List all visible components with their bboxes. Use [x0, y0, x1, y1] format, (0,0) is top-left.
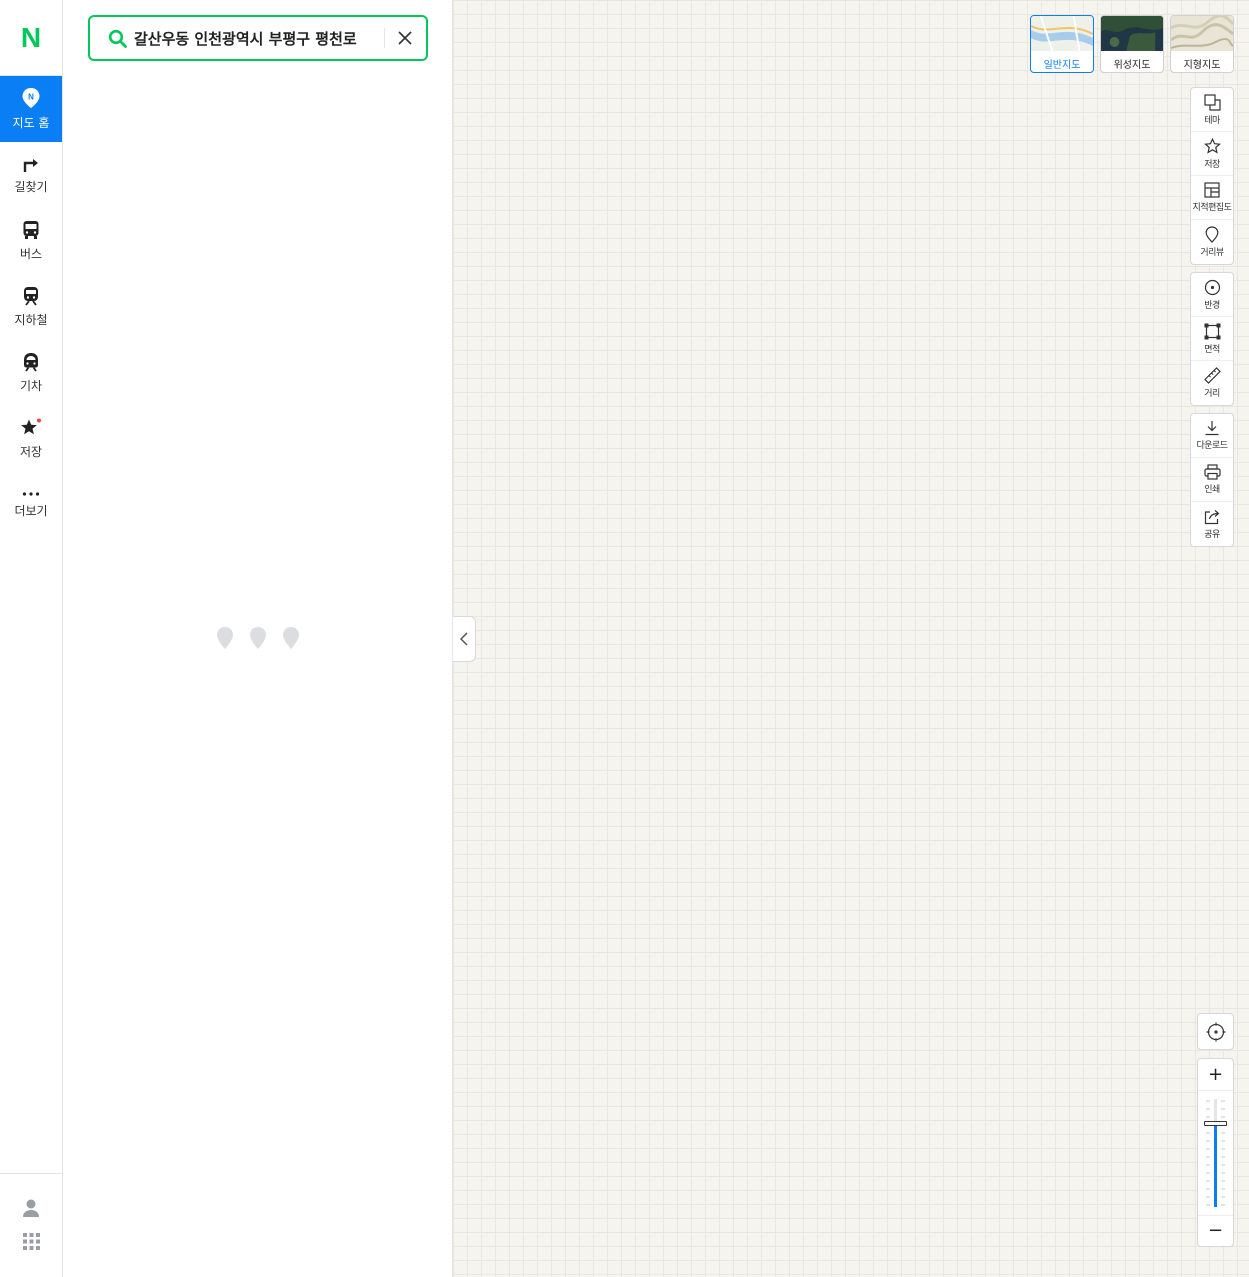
maptype-satellite[interactable]: 위성지도 — [1100, 15, 1164, 73]
nav-item-subway[interactable]: 지하철 — [0, 274, 62, 340]
tool-theme[interactable]: 테마 — [1191, 88, 1233, 132]
left-nav: N N 지도 홈 길찾기 버스 지하철 기차 저장 더보기 — [0, 0, 63, 1277]
user-button[interactable] — [21, 1198, 41, 1222]
radius-circle-icon — [1204, 279, 1220, 295]
nav-item-label: 저장 — [19, 445, 43, 459]
maptype-label: 위성지도 — [1113, 60, 1151, 71]
tool-share[interactable]: 공유 — [1191, 502, 1233, 546]
satellite-map-thumbnail — [1101, 16, 1163, 51]
clear-search-icon[interactable] — [397, 30, 413, 46]
nav-item-label: 지하철 — [14, 313, 48, 327]
naver-logo[interactable]: N — [0, 0, 62, 76]
maptype-label: 지형지도 — [1183, 60, 1221, 71]
terrain-map-thumbnail — [1171, 16, 1233, 51]
tool-label: 거리뷰 — [1200, 248, 1224, 258]
nav-item-saved[interactable]: 저장 — [0, 406, 62, 472]
tool-save[interactable]: 저장 — [1191, 132, 1233, 176]
loading-indicator — [215, 625, 305, 653]
zoom-slider[interactable] — [1198, 1091, 1233, 1215]
tool-street-view[interactable]: 거리뷰 — [1191, 220, 1233, 264]
nav-item-label: 버스 — [19, 247, 43, 261]
collapse-panel-button[interactable] — [453, 616, 476, 662]
tool-label: 지적편집도 — [1192, 203, 1232, 213]
nav-item-label: 기차 — [19, 379, 43, 393]
street-view-pin-icon — [1205, 226, 1219, 243]
zoom-out-label: − — [1207, 1220, 1224, 1241]
current-location-button[interactable] — [1197, 1013, 1234, 1050]
ruler-icon — [1203, 367, 1221, 384]
search-box[interactable]: 갈산우동 인천광역시 부평구 평천로 — [88, 15, 428, 61]
tool-label: 다운로드 — [1196, 441, 1228, 451]
tool-cadastral[interactable]: 지적편집도 — [1191, 176, 1233, 220]
maptype-label: 일반지도 — [1043, 60, 1081, 71]
nav-item-more[interactable]: 더보기 — [0, 472, 62, 538]
area-square-icon — [1204, 323, 1220, 339]
loading-pin-icon — [250, 627, 266, 649]
search-input[interactable]: 갈산우동 인천광역시 부평구 평천로 — [134, 28, 374, 49]
tool-download[interactable]: 다운로드 — [1191, 414, 1233, 458]
apps-button[interactable] — [23, 1233, 40, 1254]
zoom-out-button[interactable]: − — [1198, 1215, 1233, 1246]
chevron-left-icon — [460, 632, 468, 646]
download-icon — [1205, 421, 1219, 436]
map-tools-group-2: 반경 면적 거리 — [1190, 272, 1234, 406]
cadastral-map-icon — [1204, 182, 1220, 198]
nav-item-map-home[interactable]: N 지도 홈 — [0, 76, 62, 142]
zoom-in-label: + — [1207, 1063, 1224, 1085]
nav-item-label: 지도 홈 — [12, 116, 50, 130]
map-canvas[interactable] — [453, 0, 1249, 1277]
user-icon — [23, 1199, 39, 1217]
tool-area[interactable]: 면적 — [1191, 317, 1233, 361]
loading-pin-icon — [283, 627, 299, 649]
star-outline-icon — [1203, 137, 1221, 154]
apps-grid-icon — [23, 1233, 40, 1250]
maptype-terrain[interactable]: 지형지도 — [1170, 15, 1234, 73]
search-icon — [108, 29, 127, 48]
nav-bottom — [0, 1173, 62, 1277]
bus-icon — [23, 221, 39, 239]
tool-radius[interactable]: 반경 — [1191, 273, 1233, 317]
tool-label: 저장 — [1204, 159, 1220, 170]
svg-text:N: N — [28, 93, 34, 102]
crosshair-icon — [1206, 1022, 1225, 1041]
tool-label: 반경 — [1204, 300, 1220, 311]
zoom-control: + − — [1197, 1058, 1234, 1247]
zoom-in-button[interactable]: + — [1198, 1059, 1233, 1091]
print-icon — [1203, 464, 1221, 480]
naver-logo-text: N — [20, 21, 42, 53]
tool-label: 거리 — [1204, 389, 1220, 399]
zoom-handle[interactable] — [1204, 1121, 1227, 1126]
nav-item-bus[interactable]: 버스 — [0, 208, 62, 274]
tool-label: 공유 — [1204, 529, 1220, 540]
subway-icon — [24, 287, 38, 306]
tool-distance[interactable]: 거리 — [1191, 361, 1233, 405]
search-panel: 갈산우동 인천광역시 부평구 평천로 — [63, 0, 453, 1277]
maptype-normal[interactable]: 일반지도 — [1030, 15, 1094, 73]
map-tools-group-1: 테마 저장 지적편집도 거리뷰 — [1190, 87, 1234, 265]
nav-item-directions[interactable]: 길찾기 — [0, 142, 62, 208]
nav-item-train[interactable]: 기차 — [0, 340, 62, 406]
theme-layers-icon — [1203, 93, 1221, 111]
directions-arrow-icon — [23, 159, 38, 172]
tool-label: 인쇄 — [1204, 485, 1220, 495]
train-icon — [24, 353, 38, 372]
tool-print[interactable]: 인쇄 — [1191, 458, 1233, 502]
nav-item-label: 길찾기 — [14, 180, 48, 194]
zoom-level-fill — [1214, 1123, 1217, 1207]
map-home-pin-icon: N — [22, 88, 40, 108]
tool-label: 면적 — [1204, 344, 1220, 355]
search-divider — [384, 28, 385, 48]
tool-label: 테마 — [1204, 115, 1220, 126]
nav-item-label: 더보기 — [14, 504, 48, 518]
share-icon — [1204, 509, 1219, 524]
loading-pin-icon — [217, 627, 233, 649]
star-icon — [21, 418, 41, 435]
more-dots-icon — [22, 492, 40, 496]
map-tools-group-3: 다운로드 인쇄 공유 — [1190, 413, 1234, 547]
normal-map-thumbnail — [1031, 16, 1093, 52]
